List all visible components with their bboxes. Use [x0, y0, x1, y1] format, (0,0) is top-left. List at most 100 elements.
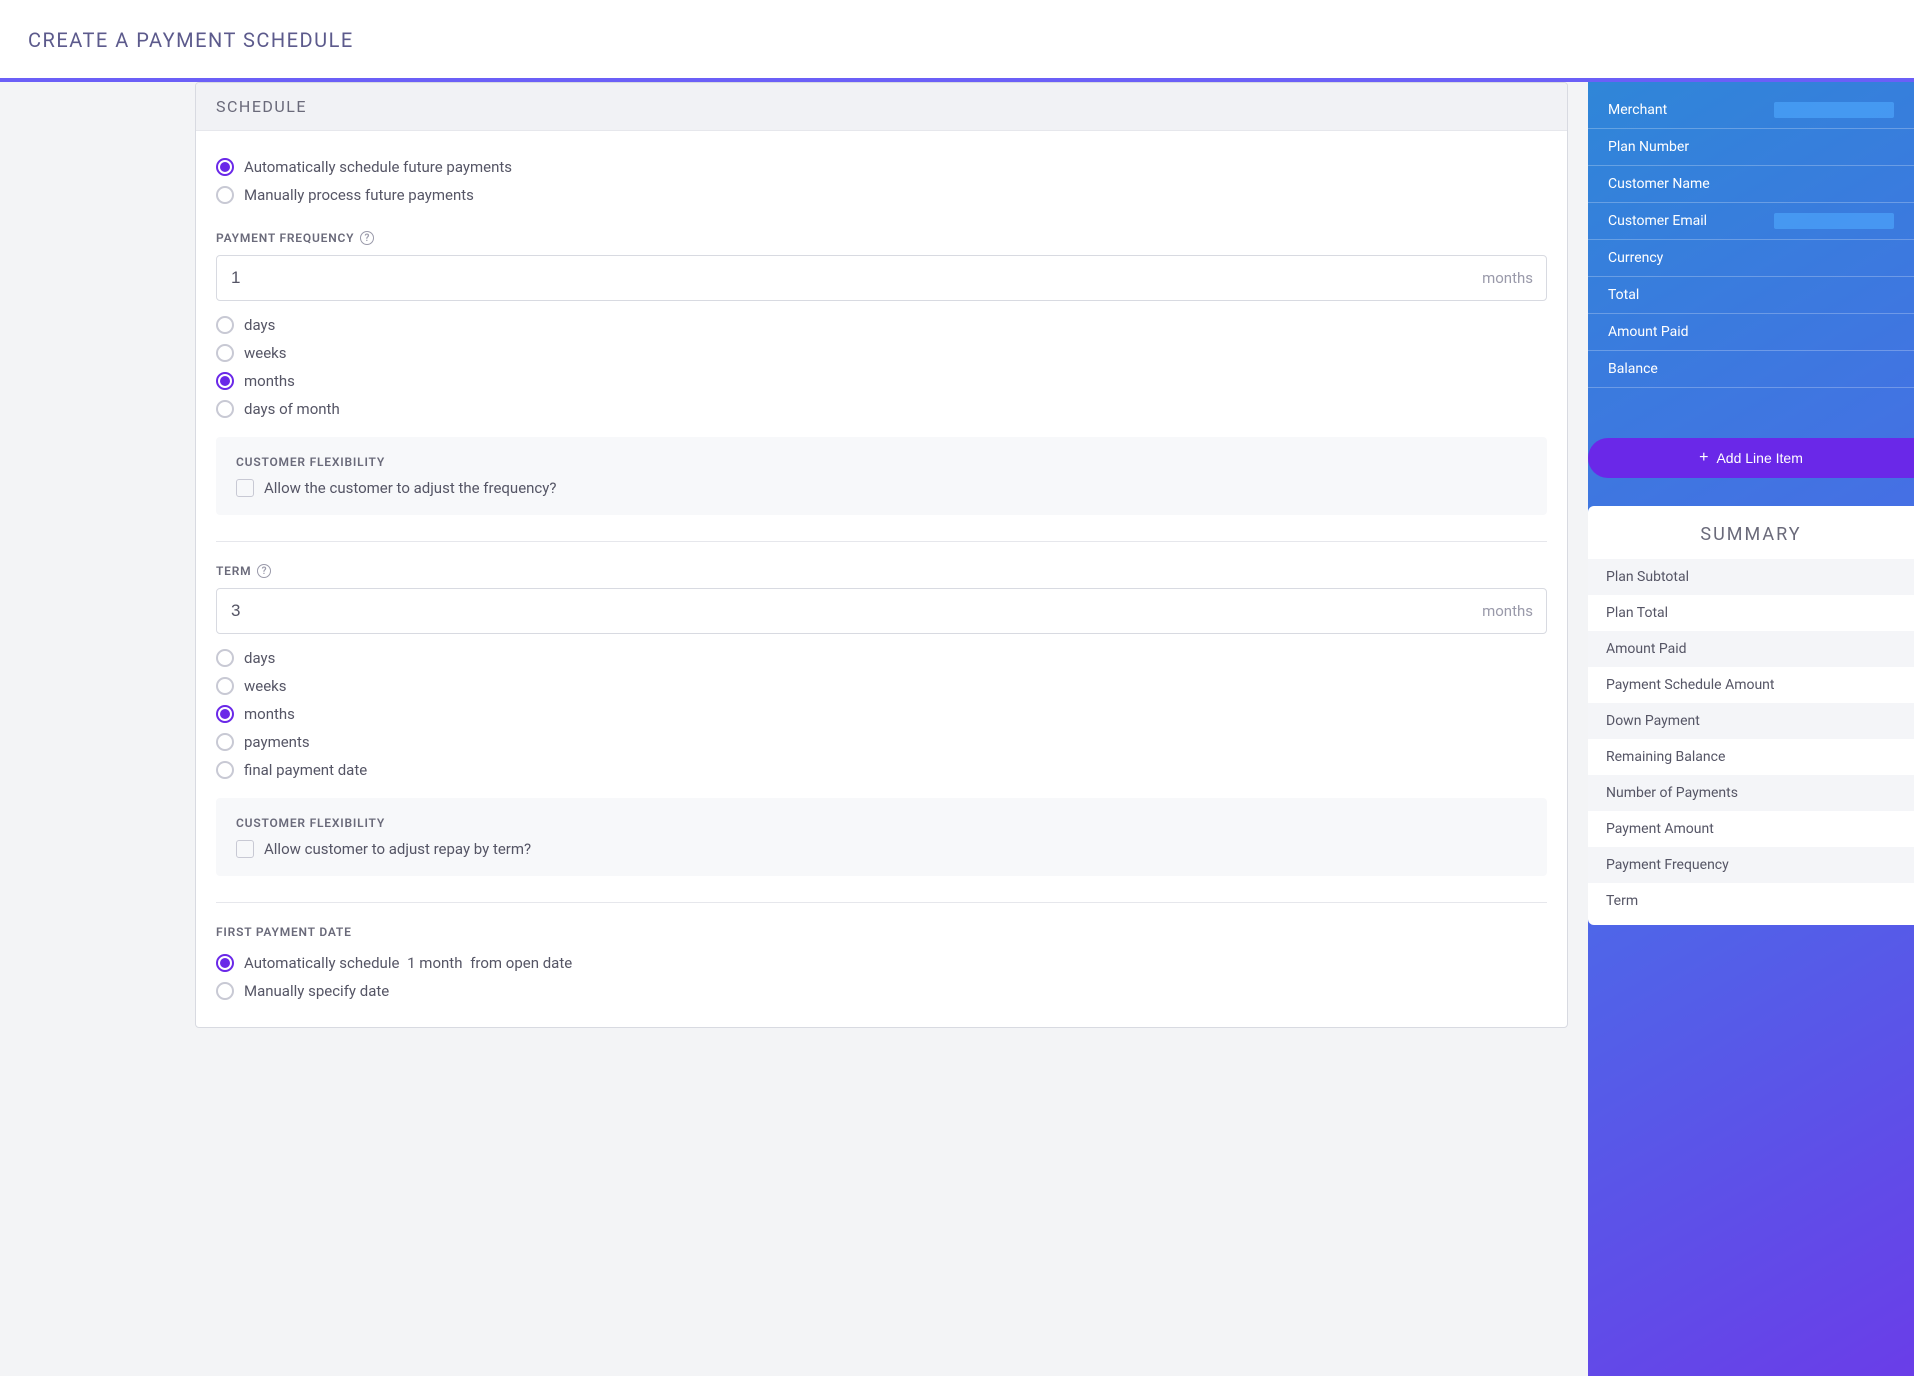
help-icon[interactable]: ? [257, 564, 271, 578]
info-label: Merchant [1608, 102, 1667, 118]
frequency-flex-check[interactable]: Allow the customer to adjust the frequen… [236, 479, 1527, 497]
firstpay-auto-label: Automatically schedule 1 month from open… [244, 954, 572, 972]
info-row-amount-paid: Amount Paid [1588, 314, 1914, 351]
radio-icon [216, 649, 234, 667]
radio-icon [216, 316, 234, 334]
frequency-flex-title: CUSTOMER FLEXIBILITY [236, 455, 1527, 469]
radio-label: final payment date [244, 761, 367, 779]
radio-icon [216, 982, 234, 1000]
right-sidebar: Merchant Plan Number Customer Name Custo… [1588, 82, 1914, 1376]
info-label: Currency [1608, 250, 1663, 266]
radio-freq-months[interactable]: months [216, 367, 1547, 395]
firstpay-interval: 1 month [407, 954, 462, 972]
radio-term-final-date[interactable]: final payment date [216, 756, 1547, 784]
radio-icon [216, 344, 234, 362]
frequency-label-text: PAYMENT FREQUENCY [216, 231, 354, 245]
summary-row-number-of-payments: Number of Payments [1588, 775, 1914, 811]
radio-term-payments[interactable]: payments [216, 728, 1547, 756]
schedule-panel-header: SCHEDULE [196, 83, 1567, 131]
schedule-panel-title: SCHEDULE [216, 97, 1547, 116]
radio-icon [216, 733, 234, 751]
checkbox-label: Allow the customer to adjust the frequen… [264, 479, 556, 497]
radio-label: payments [244, 733, 310, 751]
help-icon[interactable]: ? [360, 231, 374, 245]
info-label: Balance [1608, 361, 1658, 377]
info-label: Customer Name [1608, 176, 1710, 192]
summary-title: SUMMARY [1588, 524, 1914, 545]
frequency-input[interactable] [216, 255, 1547, 301]
frequency-flexibility-box: CUSTOMER FLEXIBILITY Allow the customer … [216, 437, 1547, 515]
radio-freq-days[interactable]: days [216, 311, 1547, 339]
left-gutter [0, 82, 195, 1376]
term-label-text: TERM [216, 564, 251, 578]
summary-row-payment-schedule-amount: Payment Schedule Amount [1588, 667, 1914, 703]
first-payment-label-text: FIRST PAYMENT DATE [216, 925, 352, 939]
radio-label: days [244, 649, 275, 667]
checkbox-label: Allow customer to adjust repay by term? [264, 840, 531, 858]
summary-row-term: Term [1588, 883, 1914, 919]
divider [216, 902, 1547, 903]
radio-freq-weeks[interactable]: weeks [216, 339, 1547, 367]
summary-row-payment-frequency: Payment Frequency [1588, 847, 1914, 883]
divider [216, 541, 1547, 542]
radio-icon [216, 705, 234, 723]
info-value-placeholder [1774, 102, 1894, 118]
info-list: Merchant Plan Number Customer Name Custo… [1588, 82, 1914, 388]
radio-mode-auto[interactable]: Automatically schedule future payments [216, 153, 1547, 181]
term-flex-check[interactable]: Allow customer to adjust repay by term? [236, 840, 1527, 858]
add-line-item-label: Add Line Item [1716, 450, 1802, 466]
radio-label: months [244, 372, 295, 390]
radio-icon [216, 677, 234, 695]
firstpay-prefix: Automatically schedule [244, 954, 399, 972]
radio-label: weeks [244, 677, 287, 695]
first-payment-label: FIRST PAYMENT DATE [216, 925, 1547, 939]
info-label: Amount Paid [1608, 324, 1689, 340]
schedule-panel-body: Automatically schedule future payments M… [196, 131, 1567, 1027]
summary-card: SUMMARY Plan Subtotal Plan Total Amount … [1588, 506, 1914, 925]
info-label: Plan Number [1608, 139, 1689, 155]
radio-term-weeks[interactable]: weeks [216, 672, 1547, 700]
term-input[interactable] [216, 588, 1547, 634]
radio-label: weeks [244, 344, 287, 362]
info-row-balance: Balance [1588, 351, 1914, 388]
radio-term-days[interactable]: days [216, 644, 1547, 672]
summary-row-down-payment: Down Payment [1588, 703, 1914, 739]
radio-icon [216, 954, 234, 972]
radio-icon [216, 400, 234, 418]
summary-row-remaining-balance: Remaining Balance [1588, 739, 1914, 775]
term-flex-title: CUSTOMER FLEXIBILITY [236, 816, 1527, 830]
add-line-item-button[interactable]: + Add Line Item [1588, 438, 1914, 478]
frequency-suffix: months [1482, 269, 1533, 287]
info-label: Total [1608, 287, 1639, 303]
radio-mode-manual[interactable]: Manually process future payments [216, 181, 1547, 209]
main-column: SCHEDULE Automatically schedule future p… [195, 82, 1588, 1376]
info-row-total: Total [1588, 277, 1914, 314]
radio-label: days [244, 316, 275, 334]
info-row-currency: Currency [1588, 240, 1914, 277]
info-row-plan-number: Plan Number [1588, 129, 1914, 166]
radio-freq-days-of-month[interactable]: days of month [216, 395, 1547, 423]
info-row-customer-name: Customer Name [1588, 166, 1914, 203]
radio-term-months[interactable]: months [216, 700, 1547, 728]
radio-label: Manually specify date [244, 982, 389, 1000]
radio-label: Automatically schedule future payments [244, 158, 512, 176]
checkbox-icon [236, 479, 254, 497]
radio-label: days of month [244, 400, 340, 418]
checkbox-icon [236, 840, 254, 858]
page-title: CREATE A PAYMENT SCHEDULE [28, 28, 1886, 52]
radio-firstpay-auto[interactable]: Automatically schedule 1 month from open… [216, 949, 1547, 977]
plus-icon: + [1699, 450, 1708, 466]
frequency-label: PAYMENT FREQUENCY ? [216, 231, 1547, 245]
radio-label: Manually process future payments [244, 186, 474, 204]
summary-row-amount-paid: Amount Paid [1588, 631, 1914, 667]
info-label: Customer Email [1608, 213, 1707, 229]
page-header: CREATE A PAYMENT SCHEDULE [0, 0, 1914, 82]
radio-icon [216, 372, 234, 390]
firstpay-suffix: from open date [470, 954, 572, 972]
summary-row-plan-total: Plan Total [1588, 595, 1914, 631]
radio-label: months [244, 705, 295, 723]
term-flexibility-box: CUSTOMER FLEXIBILITY Allow customer to a… [216, 798, 1547, 876]
term-input-wrap: months [216, 588, 1547, 634]
radio-firstpay-manual[interactable]: Manually specify date [216, 977, 1547, 1005]
radio-icon [216, 158, 234, 176]
